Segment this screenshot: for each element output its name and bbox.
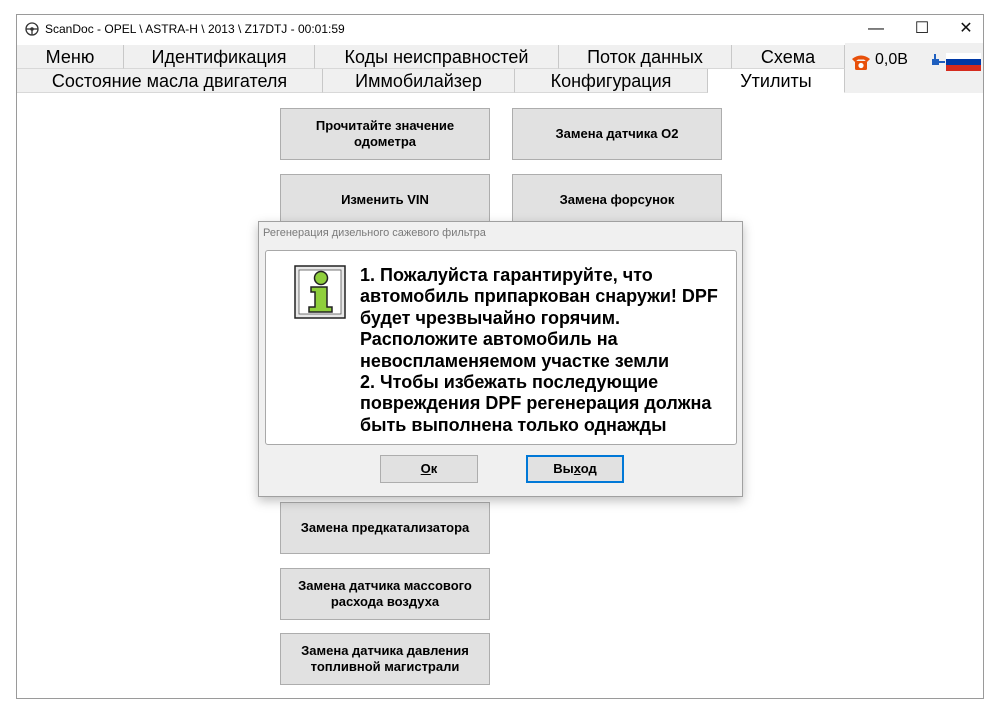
- replace-fuel-pressure-sensor-button[interactable]: Замена датчика давления топливной магист…: [280, 633, 490, 685]
- tab-engine-oil-state[interactable]: Состояние масла двигателя: [17, 69, 323, 93]
- ok-label: к: [430, 461, 438, 476]
- maximize-icon: ☐: [914, 20, 930, 37]
- message-line: невоспламеняемом участке земли: [360, 350, 670, 371]
- maximize-button[interactable]: ☐: [899, 15, 945, 43]
- replace-maf-sensor-button[interactable]: Замена датчика массового расхода воздуха: [280, 568, 490, 620]
- plug-icon: [932, 54, 945, 65]
- replace-injectors-button[interactable]: Замена форсунок: [512, 174, 722, 226]
- phone-icon: [852, 55, 870, 70]
- tab-scheme[interactable]: Схема: [732, 45, 845, 69]
- info-icon: [294, 265, 346, 319]
- exit-label-start: Вы: [553, 461, 574, 476]
- message-line: будет чрезвычайно горячим.: [360, 307, 621, 328]
- message-line: 1. Пожалуйста гарантируйте, что: [360, 265, 653, 285]
- tab-identification[interactable]: Идентификация: [124, 45, 315, 69]
- minimize-icon: —: [868, 20, 884, 37]
- exit-mnemonic: х: [573, 461, 581, 476]
- voltage-readout: 0,0В: [875, 51, 908, 68]
- message-line: повреждения DPF регенерация должна: [360, 393, 712, 414]
- ok-mnemonic: О: [420, 461, 431, 476]
- message-line: Расположите автомобиль на: [360, 329, 618, 350]
- window-title: ScanDoc - OPEL \ ASTRA-H \ 2013 \ Z17DTJ…: [45, 22, 345, 36]
- message-panel: 1. Пожалуйста гарантируйте, что автомоби…: [265, 250, 737, 445]
- tab-utilities[interactable]: Утилиты: [708, 69, 845, 93]
- read-odometer-button[interactable]: Прочитайте значение одометра: [280, 108, 490, 160]
- tab-immobilizer[interactable]: Иммобилайзер: [323, 69, 515, 93]
- tab-menu[interactable]: Меню: [17, 45, 124, 69]
- russian-flag-icon[interactable]: [946, 53, 981, 71]
- ok-button[interactable]: Ок: [380, 455, 478, 483]
- dialog-title: Регенерация дизельного сажевого фильтра: [263, 227, 486, 239]
- replace-precatalyst-button[interactable]: Замена предкатализатора: [280, 502, 490, 554]
- minimize-button[interactable]: —: [853, 15, 899, 43]
- tab-configuration[interactable]: Конфигурация: [515, 69, 708, 93]
- dialog-message: 1. Пожалуйста гарантируйте, что автомоби…: [360, 265, 732, 436]
- message-line: автомобиль припаркован снаружи! DPF: [360, 286, 718, 307]
- status-area: 0,0В: [845, 43, 983, 93]
- close-button[interactable]: ✕: [943, 15, 989, 43]
- dpf-regeneration-dialog: Регенерация дизельного сажевого фильтра …: [258, 221, 743, 497]
- message-line: 2. Чтобы избежать последующие: [360, 372, 659, 393]
- message-line: быть выполнена только однажды: [360, 414, 667, 435]
- tab-fault-codes[interactable]: Коды неисправностей: [315, 45, 559, 69]
- title-bar: ScanDoc - OPEL \ ASTRA-H \ 2013 \ Z17DTJ…: [17, 15, 983, 43]
- tab-data-stream[interactable]: Поток данных: [559, 45, 732, 69]
- exit-label-end: од: [580, 461, 597, 476]
- replace-o2-sensor-button[interactable]: Замена датчика O2: [512, 108, 722, 160]
- close-icon: ✕: [959, 20, 973, 37]
- exit-button[interactable]: Выход: [526, 455, 624, 483]
- steering-wheel-icon: [25, 22, 39, 36]
- change-vin-button[interactable]: Изменить VIN: [280, 174, 490, 226]
